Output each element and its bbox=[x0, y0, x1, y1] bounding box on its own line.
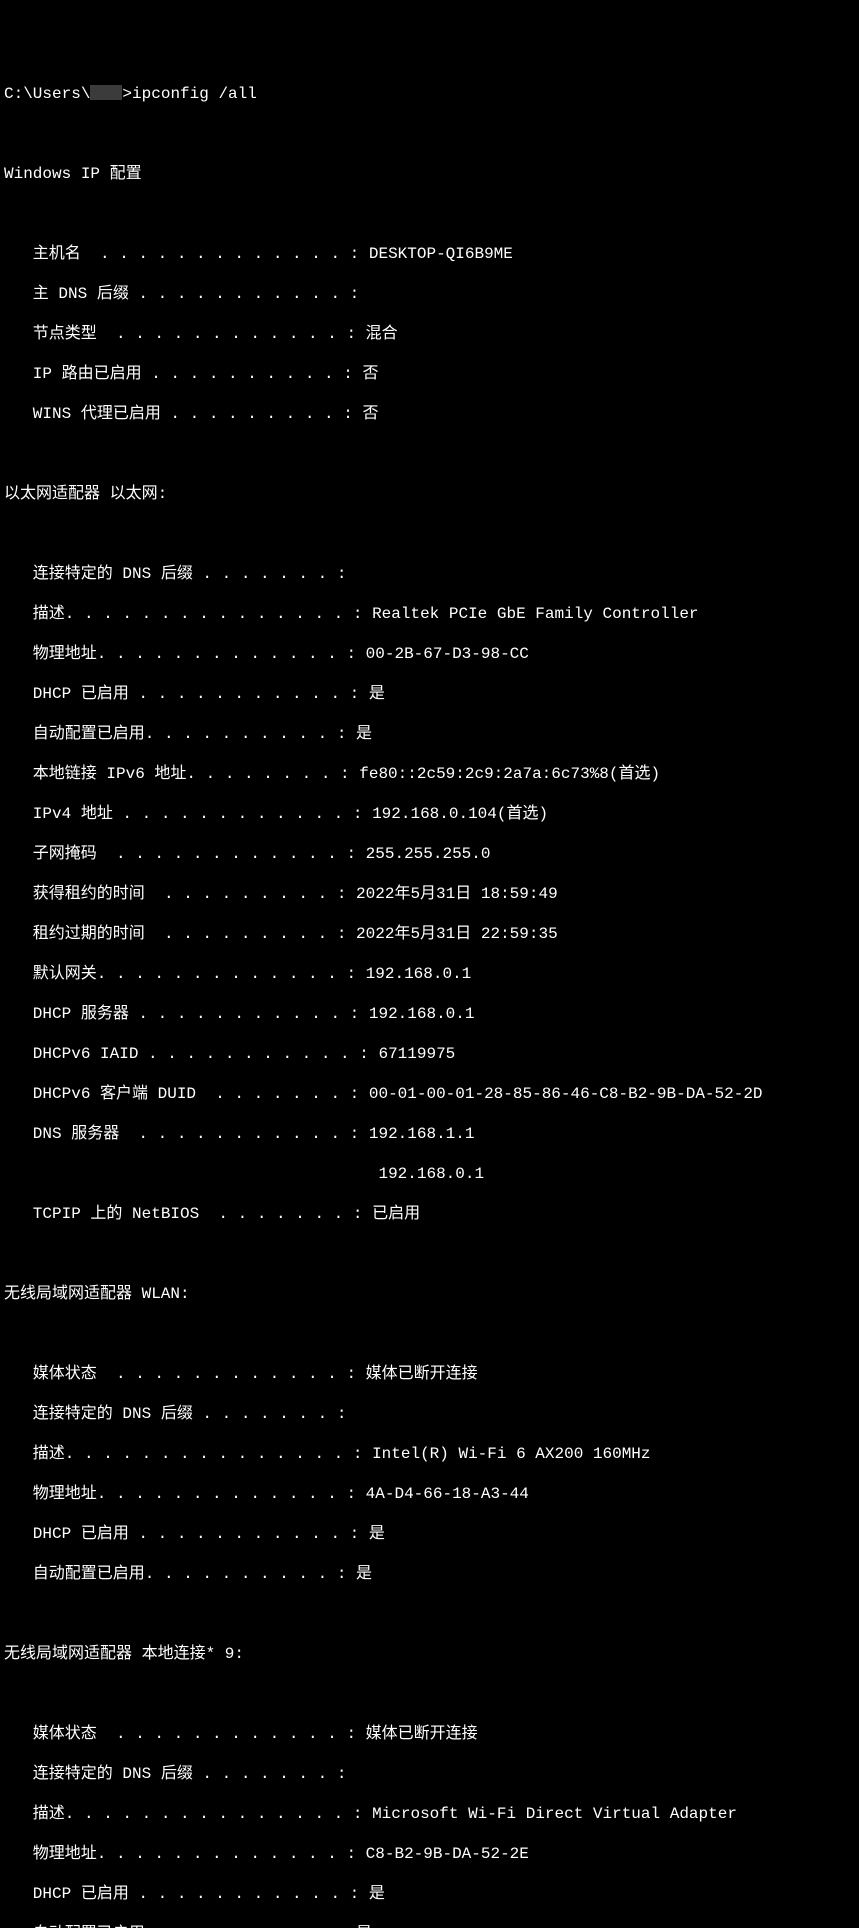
local9-description: 描述. . . . . . . . . . . . . . . : Micros… bbox=[4, 1804, 859, 1824]
wlan-auto-config: 自动配置已启用. . . . . . . . . . : 是 bbox=[4, 1564, 859, 1584]
eth-dhcp-enabled: DHCP 已启用 . . . . . . . . . . . : 是 bbox=[4, 684, 859, 704]
eth-netbios: TCPIP 上的 NetBIOS . . . . . . . : 已启用 bbox=[4, 1204, 859, 1224]
eth-auto-config: 自动配置已启用. . . . . . . . . . : 是 bbox=[4, 724, 859, 744]
eth-dns-servers-1: DNS 服务器 . . . . . . . . . . . : 192.168.… bbox=[4, 1124, 859, 1144]
local9-phys-addr: 物理地址. . . . . . . . . . . . . : C8-B2-9B… bbox=[4, 1844, 859, 1864]
cfg-node-type: 节点类型 . . . . . . . . . . . . : 混合 bbox=[4, 324, 859, 344]
cfg-wins-proxy: WINS 代理已启用 . . . . . . . . . : 否 bbox=[4, 404, 859, 424]
section-header: Windows IP 配置 bbox=[4, 164, 859, 184]
wlan-dhcp-enabled: DHCP 已启用 . . . . . . . . . . . : 是 bbox=[4, 1524, 859, 1544]
redacted-user bbox=[90, 85, 122, 100]
eth-dhcpv6-duid: DHCPv6 客户端 DUID . . . . . . . : 00-01-00… bbox=[4, 1084, 859, 1104]
eth-dhcp-server: DHCP 服务器 . . . . . . . . . . . : 192.168… bbox=[4, 1004, 859, 1024]
eth-subnet: 子网掩码 . . . . . . . . . . . . : 255.255.2… bbox=[4, 844, 859, 864]
adapter-wlan-title: 无线局域网适配器 WLAN: bbox=[4, 1284, 859, 1304]
wlan-phys-addr: 物理地址. . . . . . . . . . . . . : 4A-D4-66… bbox=[4, 1484, 859, 1504]
eth-description: 描述. . . . . . . . . . . . . . . : Realte… bbox=[4, 604, 859, 624]
cfg-ip-routing: IP 路由已启用 . . . . . . . . . . : 否 bbox=[4, 364, 859, 384]
local9-dns-suffix: 连接特定的 DNS 后缀 . . . . . . . : bbox=[4, 1764, 859, 1784]
eth-dhcpv6-iaid: DHCPv6 IAID . . . . . . . . . . . : 6711… bbox=[4, 1044, 859, 1064]
cfg-host-name: 主机名 . . . . . . . . . . . . . : DESKTOP-… bbox=[4, 244, 859, 264]
adapter-local9-title: 无线局域网适配器 本地连接* 9: bbox=[4, 1644, 859, 1664]
eth-lease-obtained: 获得租约的时间 . . . . . . . . . : 2022年5月31日 1… bbox=[4, 884, 859, 904]
prompt-line[interactable]: C:\Users\ >ipconfig /all bbox=[4, 84, 859, 104]
prompt-prefix: C:\Users\ bbox=[4, 85, 90, 103]
eth-link-local-ipv6: 本地链接 IPv6 地址. . . . . . . . : fe80::2c59… bbox=[4, 764, 859, 784]
local9-auto-config: 自动配置已启用. . . . . . . . . . : 是 bbox=[4, 1924, 859, 1928]
prompt-command: ipconfig /all bbox=[132, 85, 257, 103]
local9-media-state: 媒体状态 . . . . . . . . . . . . : 媒体已断开连接 bbox=[4, 1724, 859, 1744]
wlan-dns-suffix: 连接特定的 DNS 后缀 . . . . . . . : bbox=[4, 1404, 859, 1424]
wlan-description: 描述. . . . . . . . . . . . . . . : Intel(… bbox=[4, 1444, 859, 1464]
eth-lease-expires: 租约过期的时间 . . . . . . . . . : 2022年5月31日 2… bbox=[4, 924, 859, 944]
cfg-primary-dns: 主 DNS 后缀 . . . . . . . . . . . : bbox=[4, 284, 859, 304]
eth-ipv4: IPv4 地址 . . . . . . . . . . . . : 192.16… bbox=[4, 804, 859, 824]
eth-gateway: 默认网关. . . . . . . . . . . . . : 192.168.… bbox=[4, 964, 859, 984]
wlan-media-state: 媒体状态 . . . . . . . . . . . . : 媒体已断开连接 bbox=[4, 1364, 859, 1384]
adapter-ethernet-title: 以太网适配器 以太网: bbox=[4, 484, 859, 504]
eth-phys-addr: 物理地址. . . . . . . . . . . . . : 00-2B-67… bbox=[4, 644, 859, 664]
eth-dns-servers-2: 192.168.0.1 bbox=[4, 1164, 859, 1184]
eth-dns-suffix: 连接特定的 DNS 后缀 . . . . . . . : bbox=[4, 564, 859, 584]
local9-dhcp-enabled: DHCP 已启用 . . . . . . . . . . . : 是 bbox=[4, 1884, 859, 1904]
prompt-suffix: > bbox=[122, 85, 132, 103]
